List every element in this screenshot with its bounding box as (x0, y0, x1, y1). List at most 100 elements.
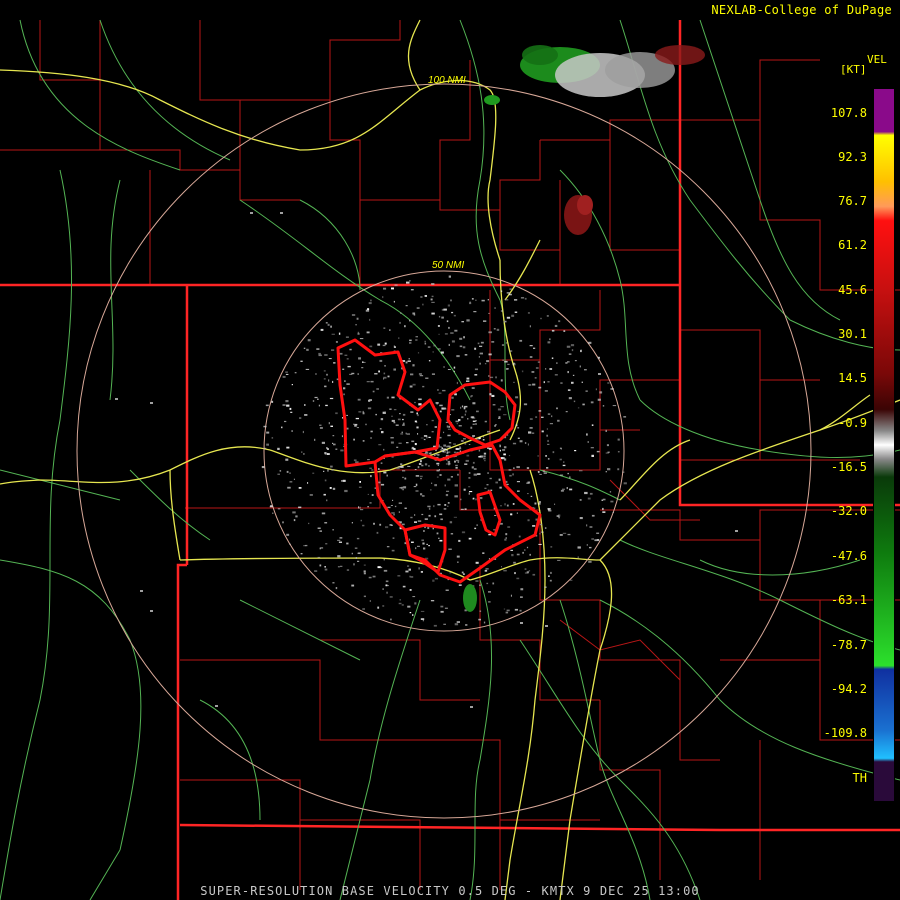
echo-pixel (403, 486, 407, 489)
echo-pixel (325, 404, 328, 407)
echo-pixel (272, 512, 274, 514)
echo-pixel (502, 449, 506, 451)
echo-pixel (408, 358, 410, 360)
echo-pixel (519, 440, 523, 443)
echo-pixel (517, 410, 519, 413)
echo-pixel (324, 385, 327, 388)
echo-pixel (546, 467, 549, 469)
echo-pixel (363, 570, 366, 573)
echo-pixel (434, 484, 437, 487)
echo-pixel (539, 473, 542, 475)
echo-pixel (414, 401, 416, 404)
echo-pixel (422, 542, 425, 545)
echo-pixel (582, 403, 585, 406)
echo-pixel (466, 380, 470, 382)
echo-pixel (511, 314, 515, 317)
echo-pixel (479, 345, 483, 347)
colorbar-labels: 107.8 92.3 76.7 61.2 45.6 30.1 14.5 -0.9… (805, 0, 867, 900)
echo-pixel (333, 362, 336, 364)
echo-pixel (506, 316, 511, 319)
echo-pixel (402, 585, 406, 588)
echo-pixel (357, 560, 360, 562)
echo-pixel (375, 413, 377, 416)
echo-pixel (591, 424, 594, 426)
echo-pixel (444, 449, 448, 451)
echo-pixel (471, 466, 474, 469)
echo-pixel (329, 487, 332, 489)
echo-pixel (326, 447, 328, 449)
echo-pixel (532, 525, 536, 527)
echo-pixel (381, 431, 384, 434)
echo-pixel (499, 486, 502, 489)
echo-pixel (606, 444, 609, 447)
echo-pixel (294, 372, 297, 374)
echo-pixel (487, 447, 490, 449)
echo-pixel (324, 566, 326, 568)
echo-pixel (293, 519, 296, 522)
echo-pixel (465, 624, 468, 626)
echo-pixel (323, 370, 326, 372)
echo-pixel (335, 448, 338, 450)
echo-pixel (529, 427, 533, 429)
echo-pixel (569, 476, 571, 479)
echo-pixel (514, 572, 516, 575)
echo-pixel (409, 385, 413, 388)
echo-pixel (409, 339, 412, 342)
echo-pixel (514, 608, 518, 611)
echo-pixel (410, 411, 414, 413)
echo-pixel (393, 409, 397, 411)
echo-pixel (507, 363, 510, 365)
echo-pixel (386, 591, 388, 594)
echo-pixel (451, 396, 454, 399)
echo-pixel (425, 377, 429, 379)
echo-pixel (386, 396, 389, 399)
echo-pixel (589, 526, 593, 528)
echo-pixel (351, 314, 356, 316)
echo-pixel (391, 419, 395, 422)
echo-pixel (528, 431, 532, 434)
echo-pixel (319, 547, 321, 550)
echo-pixel (540, 317, 542, 320)
echo-pixel (412, 383, 416, 386)
echo-pixel (503, 320, 507, 323)
echo-pixel (544, 527, 547, 529)
echo-pixel (546, 428, 548, 430)
echo-pixel (289, 472, 291, 474)
echo-pixel (391, 415, 393, 417)
echo-pixel (589, 492, 593, 495)
echo-pixel (420, 460, 422, 463)
echo-pixel (386, 546, 390, 548)
echo-pixel (475, 299, 477, 301)
echo-pixel (588, 341, 592, 344)
echo-pixel (367, 459, 370, 461)
echo-pixel (417, 466, 420, 469)
echo-pixel (443, 431, 445, 434)
echo-pixel (417, 352, 420, 354)
echo-pixel (265, 404, 269, 407)
echo-pixel (376, 388, 379, 390)
echo-pixel (465, 410, 467, 413)
echo-pixel (586, 524, 588, 527)
echo-pixel (476, 410, 479, 413)
echo-pixel (474, 347, 477, 350)
echo-pixel (440, 605, 444, 608)
echo-pixel (612, 405, 617, 407)
echo-pixel (516, 553, 520, 556)
echo-pixel (443, 308, 447, 311)
echo-pixel (622, 471, 625, 473)
echo-pixel (605, 471, 607, 473)
echo-pixel (431, 295, 434, 298)
echo-pixel (468, 477, 471, 479)
echo-pixel (410, 576, 414, 578)
echo-pixel (386, 474, 388, 477)
echo-pixel (335, 587, 338, 590)
echo-pixel (579, 499, 582, 501)
echo-pixel (335, 412, 338, 415)
echo-pixel (454, 623, 459, 626)
echo-pixel (444, 607, 448, 609)
echo-pixel (539, 533, 541, 535)
echo-pixel (439, 539, 443, 542)
echo-pixel (549, 338, 551, 341)
echo-pixel (418, 567, 420, 570)
echo-pixel (337, 555, 341, 558)
